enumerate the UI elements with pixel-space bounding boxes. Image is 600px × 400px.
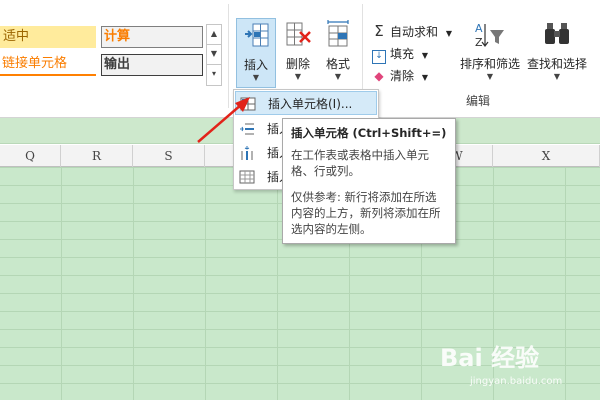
clear-button[interactable]: ◆ 清除 ▼ bbox=[372, 67, 428, 85]
chevron-down-icon: ▼ bbox=[421, 73, 428, 82]
gallery-scroll-down-icon[interactable]: ▼ bbox=[206, 44, 222, 66]
chevron-down-icon: ▼ bbox=[445, 29, 452, 38]
autosum-label: 自动求和 bbox=[390, 25, 439, 39]
gallery-scroll-up-icon[interactable]: ▲ bbox=[206, 24, 222, 46]
delete-button-label: 删除 bbox=[285, 57, 310, 71]
binoculars-icon bbox=[545, 23, 569, 44]
column-header-q[interactable]: Q bbox=[0, 145, 61, 167]
editing-group-label: 编辑 bbox=[466, 94, 491, 108]
clear-label: 清除 bbox=[390, 69, 415, 83]
delete-cells-icon bbox=[286, 22, 311, 46]
tooltip-description: 在工作表或表格中插入单元格、行或列。 bbox=[291, 148, 429, 178]
tooltip-title: 插入单元格 (Ctrl+Shift+=) bbox=[291, 126, 447, 140]
insert-sheet-icon bbox=[239, 170, 255, 184]
format-button[interactable]: 格式 ▼ bbox=[318, 18, 358, 88]
insert-button[interactable]: 插入 ▼ bbox=[236, 18, 276, 88]
autosum-button[interactable]: Σ 自动求和 ▼ bbox=[372, 22, 452, 40]
chevron-down-icon: ▼ bbox=[252, 73, 260, 82]
delete-button[interactable]: 删除 ▼ bbox=[278, 18, 318, 88]
fill-down-icon: ↓ bbox=[372, 50, 386, 64]
cell-style-calculation[interactable]: 计算 bbox=[101, 26, 203, 48]
chevron-down-icon: ▼ bbox=[421, 51, 428, 60]
insert-button-label: 插入 bbox=[243, 58, 268, 72]
column-header-r[interactable]: R bbox=[61, 145, 133, 167]
find-select-button[interactable]: 查找和选择 ▼ bbox=[524, 18, 590, 88]
fill-label: 填充 bbox=[390, 47, 415, 61]
red-arrow-annotation bbox=[197, 97, 250, 143]
insert-cells-tooltip: 插入单元格 (Ctrl+Shift+=) 在工作表或表格中插入单元格、行或列。 … bbox=[282, 118, 456, 244]
sort-filter-icon: A Z bbox=[475, 22, 504, 49]
watermark-brand: Bai 经验 bbox=[440, 344, 540, 372]
cell-style-linked-cell[interactable]: 链接单元格 bbox=[0, 54, 96, 76]
chevron-down-icon: ▼ bbox=[486, 72, 494, 81]
insert-cells-icon bbox=[245, 23, 269, 47]
cell-style-output[interactable]: 输出 bbox=[101, 54, 203, 76]
gallery-more-icon[interactable]: ▾ bbox=[206, 64, 222, 86]
format-button-label: 格式 bbox=[325, 57, 350, 71]
sort-filter-button[interactable]: A Z 排序和筛选 ▼ bbox=[458, 18, 522, 88]
cell-style-neutral[interactable]: 适中 bbox=[0, 26, 96, 48]
watermark-url: jingyan.baidu.com bbox=[470, 376, 563, 387]
column-header-x[interactable]: X bbox=[493, 145, 600, 167]
format-cells-icon bbox=[327, 20, 349, 47]
menu-item-label: 插入单元格(I)... bbox=[268, 97, 353, 111]
chevron-down-icon: ▼ bbox=[294, 72, 302, 81]
baidu-watermark: Bai 经验 jingyan.baidu.com bbox=[440, 338, 590, 398]
sigma-icon: Σ bbox=[374, 22, 384, 40]
fill-button[interactable]: ↓ 填充 ▼ bbox=[372, 45, 428, 64]
chevron-down-icon: ▼ bbox=[334, 72, 342, 81]
find-select-label: 查找和选择 bbox=[526, 57, 587, 71]
tooltip-note: 仅供参考: 新行将添加在所选内容的上方，新列将添加在所选内容的左侧。 bbox=[291, 190, 441, 236]
chevron-down-icon: ▼ bbox=[553, 72, 561, 81]
eraser-icon: ◆ bbox=[374, 69, 384, 83]
svg-text:A: A bbox=[475, 22, 483, 35]
sort-filter-label: 排序和筛选 bbox=[459, 57, 520, 71]
